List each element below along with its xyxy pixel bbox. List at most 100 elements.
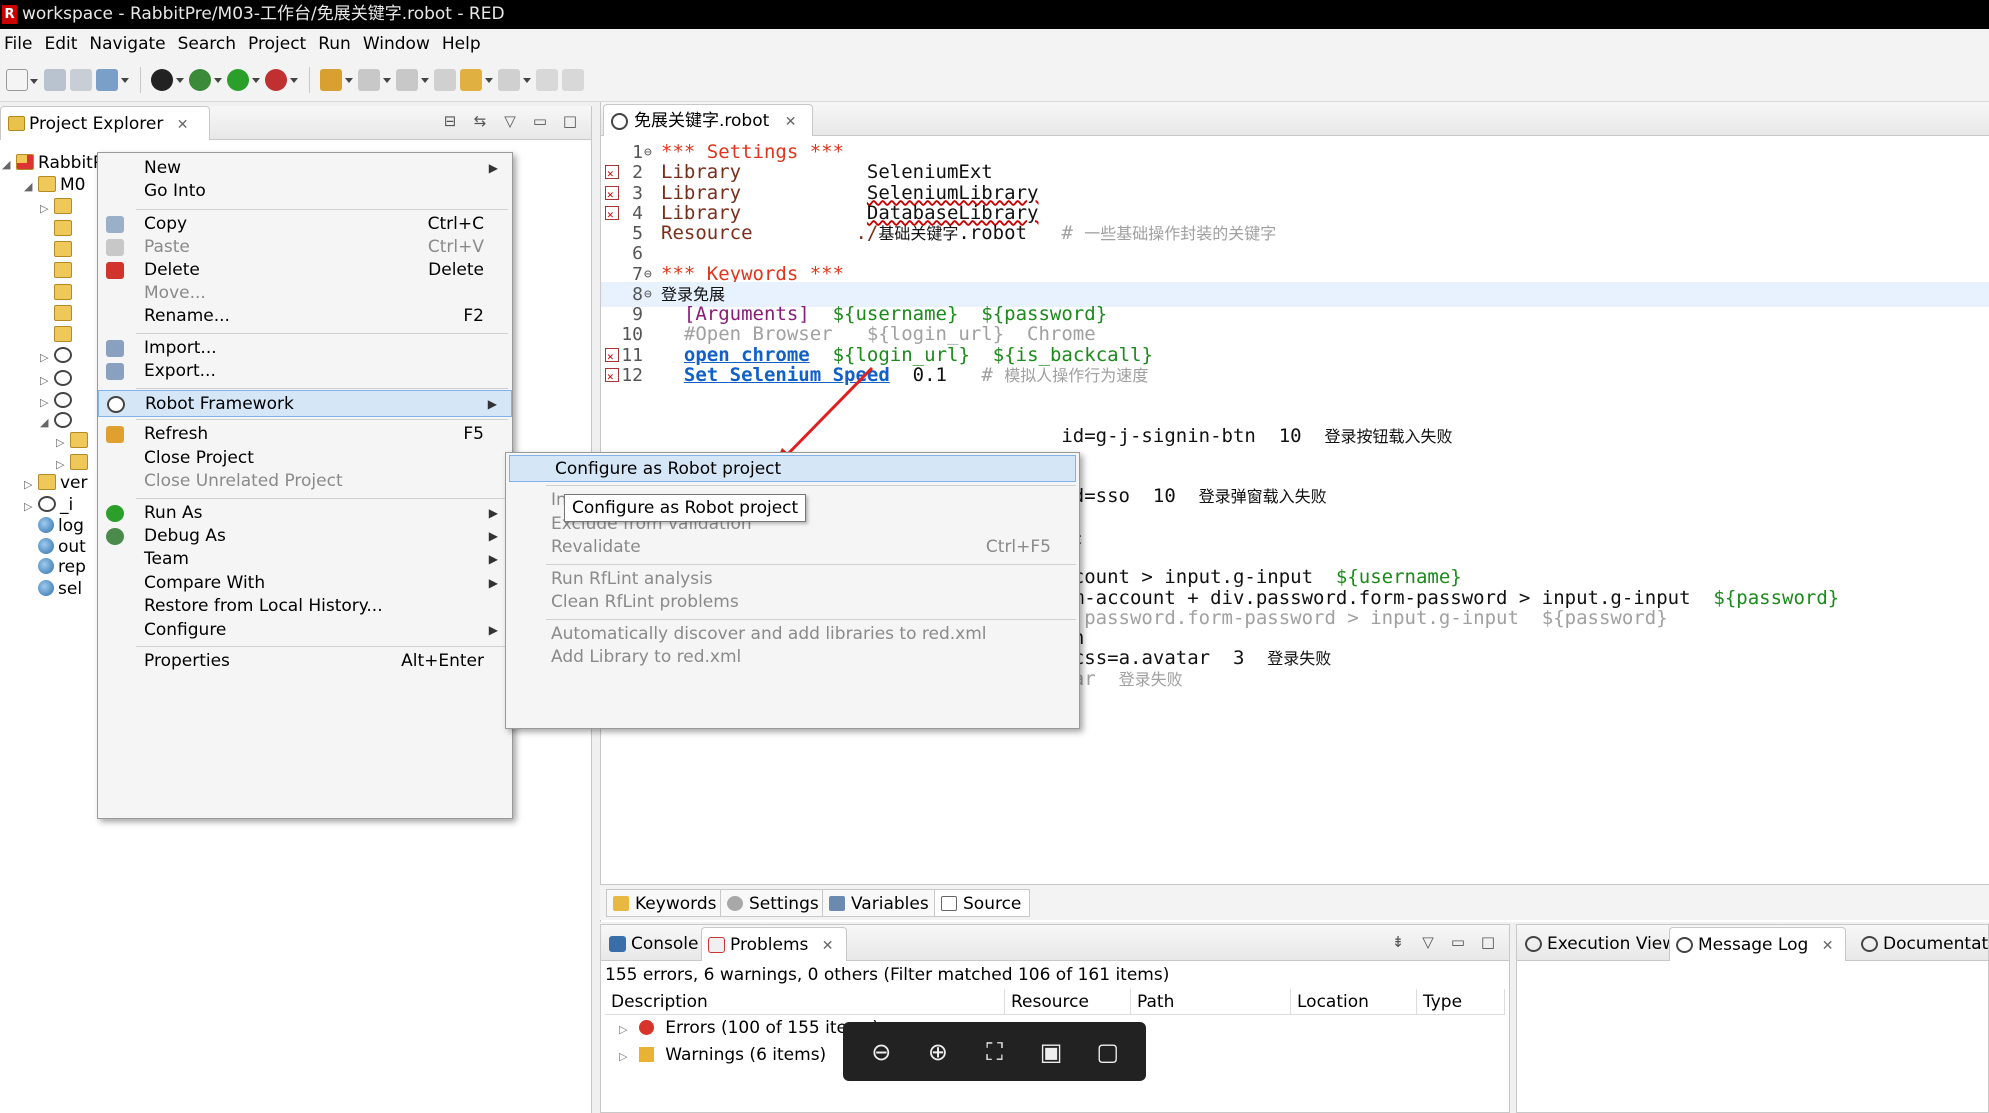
view-menu-icon[interactable]: ▽ (1419, 933, 1437, 951)
robot-run-icon[interactable] (151, 68, 184, 91)
error-marker-icon[interactable] (605, 161, 619, 186)
globe-icon (38, 538, 54, 554)
tree-item-label: ver (60, 473, 88, 493)
view-menu-icon[interactable]: ▽ (501, 112, 519, 130)
robot-icon (54, 412, 72, 428)
error-marker-icon[interactable] (605, 344, 619, 369)
previous-annotation-icon[interactable] (396, 68, 429, 91)
tab-message-log[interactable]: Message Log ✕ (1669, 927, 1847, 961)
twisty-icon[interactable]: ◢ (24, 174, 38, 200)
submenu-item-configure-as-robot-project[interactable]: Configure as Robot project (509, 455, 1076, 482)
run-icon[interactable] (227, 68, 260, 91)
menu-project[interactable]: Project (246, 34, 316, 54)
twisty-icon[interactable]: ◢ (2, 152, 16, 178)
fullscreen-icon[interactable]: ⛶ (979, 1037, 1009, 1067)
minimize-icon[interactable]: ▭ (1449, 933, 1467, 951)
column-path[interactable]: Path (1131, 989, 1291, 1014)
code-token: 模拟人操作行为速度 (1004, 365, 1149, 385)
close-icon[interactable]: ✕ (785, 114, 797, 130)
run-icon (106, 505, 124, 522)
menu-item-label: Properties (144, 651, 230, 671)
close-icon[interactable]: ✕ (177, 117, 189, 133)
debug-icon[interactable] (189, 68, 222, 91)
submenu-item-revalidate[interactable]: Revalidate Ctrl+F5 (506, 534, 1079, 561)
filter-icon[interactable]: ⇟ (1389, 933, 1407, 951)
zoom-out-icon[interactable]: ⊖ (866, 1037, 896, 1067)
menu-separator (136, 498, 508, 499)
tab-console-label: Console (631, 934, 699, 954)
tab-source[interactable]: Source (934, 889, 1031, 917)
tab-robot-file[interactable]: 免展关键字.robot ✕ (603, 104, 814, 136)
menu-run[interactable]: Run (316, 34, 361, 54)
menu-search[interactable]: Search (176, 34, 246, 54)
external-tools-icon[interactable] (265, 68, 298, 91)
menu-item-properties[interactable]: Properties Alt+Enter (98, 648, 512, 675)
menu-edit[interactable]: Edit (42, 34, 87, 54)
globe-icon (38, 558, 54, 574)
show-whitespace-icon[interactable] (562, 68, 584, 91)
menu-item-go-into[interactable]: Go Into (98, 178, 512, 205)
menu-help[interactable]: Help (440, 34, 491, 54)
execution-tabbar: Execution View Message Log ✕ Documentat (1517, 925, 1988, 961)
brush-icon[interactable] (320, 68, 353, 91)
project-explorer-icon (8, 116, 25, 131)
column-location[interactable]: Location (1291, 989, 1417, 1014)
last-edit-icon[interactable] (434, 68, 456, 91)
zoom-in-icon[interactable]: ⊕ (923, 1037, 953, 1067)
collapse-all-icon[interactable]: ⊟ (441, 112, 459, 130)
column-description[interactable]: Description (605, 989, 1005, 1014)
tab-console[interactable]: Console (603, 927, 711, 961)
menu-item-robot-framework[interactable]: Robot Framework ▶ (98, 390, 512, 417)
tab-project-explorer[interactable]: Project Explorer ✕ (0, 106, 210, 140)
editor-tab-label: 免展关键字.robot (634, 111, 770, 131)
minimize-icon[interactable]: ▭ (531, 112, 549, 130)
menu-item-restore-from-local-history[interactable]: Restore from Local History... (98, 593, 512, 620)
twisty-icon[interactable]: ◢ (40, 410, 54, 436)
menu-window[interactable]: Window (361, 34, 440, 54)
block-selection-icon[interactable] (536, 68, 558, 91)
tab-variables[interactable]: Variables (822, 889, 938, 917)
error-marker-icon[interactable] (605, 202, 619, 227)
sync-icon[interactable] (96, 68, 129, 91)
menu-item-configure[interactable]: Configure ▶ (98, 617, 512, 644)
menu-item-export[interactable]: Export... (98, 358, 512, 385)
column-resource[interactable]: Resource (1005, 989, 1131, 1014)
maximize-icon[interactable]: □ (1479, 933, 1497, 951)
menu-item-label: Clean RfLint problems (551, 592, 739, 612)
link-editor-icon[interactable]: ⇆ (471, 112, 489, 130)
tree-item-label: M0 (60, 175, 86, 195)
new-file-icon[interactable] (6, 68, 38, 91)
save-icon[interactable] (44, 68, 66, 91)
tab-problems[interactable]: Problems ✕ (701, 927, 847, 961)
menu-item-refresh[interactable]: Refresh F5 (98, 421, 512, 448)
tab-settings[interactable]: Settings (720, 889, 828, 917)
submenu-item-add-library-to-red-xml[interactable]: Add Library to red.xml (506, 644, 1079, 671)
save-all-icon[interactable] (70, 68, 92, 91)
robot-icon (54, 370, 72, 386)
close-icon[interactable]: ✕ (1822, 938, 1834, 954)
back-icon[interactable] (460, 68, 493, 91)
expand-icon[interactable]: ▷ (619, 1050, 627, 1063)
menu-item-close-unrelated-project[interactable]: Close Unrelated Project (98, 468, 512, 495)
tab-documentation[interactable]: Documentat (1855, 927, 1989, 961)
column-type[interactable]: Type (1417, 989, 1505, 1014)
menu-navigate[interactable]: Navigate (87, 34, 175, 54)
submenu-item-clean-rflint-problems[interactable]: Clean RfLint problems (506, 589, 1079, 616)
tab-execution-view[interactable]: Execution View (1519, 927, 1688, 961)
error-marker-icon[interactable] (605, 364, 619, 389)
menu-item-team[interactable]: Team ▶ (98, 546, 512, 573)
menu-item-rename[interactable]: Rename... F2 (98, 303, 512, 330)
slideshow-icon[interactable]: ▣ (1036, 1037, 1066, 1067)
tab-keywords[interactable]: Keywords (606, 889, 726, 917)
comment-icon[interactable]: ▢ (1093, 1037, 1123, 1067)
menu-file[interactable]: File (2, 34, 42, 54)
tree-item[interactable]: sel (24, 576, 82, 602)
maximize-icon[interactable]: □ (561, 112, 579, 130)
settings-gear-icon (727, 896, 743, 911)
expand-icon[interactable]: ▷ (619, 1023, 627, 1036)
error-marker-icon[interactable] (605, 182, 619, 207)
submenu-arrow-icon: ▶ (487, 397, 497, 411)
next-annotation-icon[interactable] (358, 68, 391, 91)
forward-icon[interactable] (498, 68, 531, 91)
close-icon[interactable]: ✕ (822, 938, 834, 954)
